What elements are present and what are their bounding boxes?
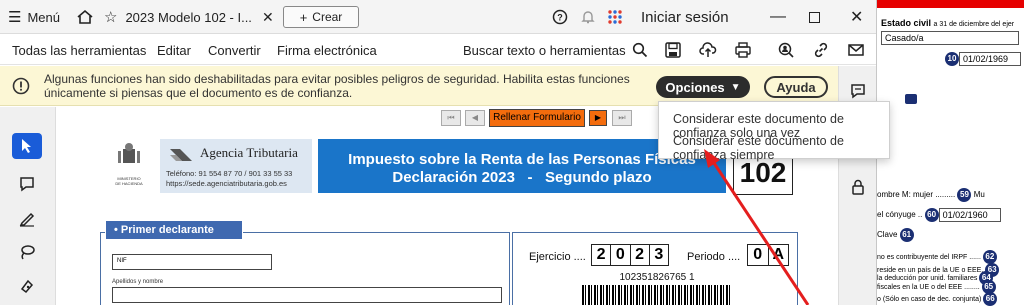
annotation-arrow [704, 149, 810, 305]
